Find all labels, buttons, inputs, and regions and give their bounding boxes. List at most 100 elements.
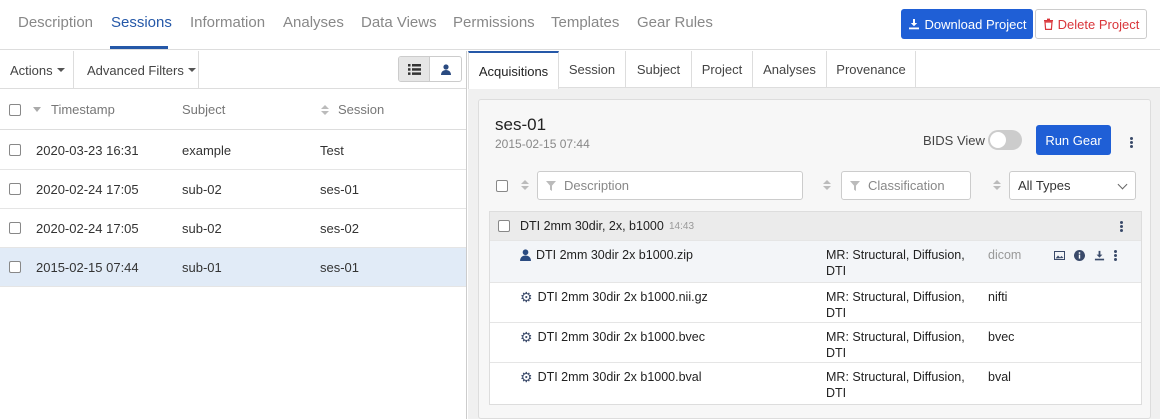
sort-icon[interactable] — [521, 180, 529, 190]
tab-sessions[interactable]: Sessions — [111, 14, 172, 32]
acquisition-more-icon[interactable] — [1120, 221, 1123, 232]
list-view-button[interactable] — [399, 57, 431, 81]
more-options-icon[interactable] — [1130, 137, 1133, 148]
column-timestamp[interactable]: Timestamp — [51, 90, 115, 129]
divider — [73, 51, 74, 89]
acquisition-label: DTI 2mm 30dir, 2x, b1000 — [520, 219, 664, 233]
file-classification-cont: DTI — [826, 306, 847, 320]
chevron-down-icon — [1117, 179, 1128, 190]
download-project-button[interactable]: Download Project — [901, 9, 1033, 39]
file-type: bvec — [988, 330, 1015, 344]
file-classification-cont: DTI — [826, 386, 847, 400]
file-name[interactable]: DTI 2mm 30dir 2x b1000.bval — [538, 369, 702, 385]
description-filter[interactable]: Description — [537, 171, 803, 200]
sessions-toolbar: Actions Advanced Filters — [0, 51, 466, 89]
run-gear-button[interactable]: Run Gear — [1036, 125, 1111, 155]
row-subject: example — [182, 142, 232, 158]
file-classification: MR: Structural, Diffusion, — [826, 248, 965, 262]
tab-session[interactable]: Session — [559, 51, 626, 88]
row-subject: sub-02 — [182, 220, 222, 236]
user-icon — [440, 63, 451, 75]
select-all-checkbox[interactable] — [9, 103, 21, 116]
sessions-list-pane: Actions Advanced Filters Timestamp Subje… — [0, 51, 467, 419]
column-session[interactable]: Session — [338, 90, 384, 129]
file-name[interactable]: DTI 2mm 30dir 2x b1000.nii.gz — [538, 289, 708, 305]
row-session: ses-01 — [320, 181, 360, 197]
subject-view-button[interactable] — [430, 57, 461, 81]
row-session: ses-01 — [320, 259, 360, 275]
file-actions — [1054, 250, 1117, 261]
session-row[interactable]: 2020-02-24 17:05 sub-02 ses-01 — [0, 170, 466, 209]
gear-icon: ⚙ — [520, 329, 533, 345]
gear-icon: ⚙ — [520, 289, 533, 305]
file-classification-cont: DTI — [826, 264, 847, 278]
row-timestamp: 2020-02-24 17:05 — [36, 220, 139, 236]
file-classification: MR: Structural, Diffusion, — [826, 290, 965, 304]
download-icon[interactable] — [1094, 250, 1105, 261]
filter-icon — [546, 180, 556, 191]
session-title: ses-01 — [495, 115, 547, 134]
column-subject[interactable]: Subject — [182, 90, 225, 129]
tab-gear-rules[interactable]: Gear Rules — [637, 14, 713, 32]
session-date: 2015-02-15 07:44 — [495, 137, 590, 151]
tab-templates[interactable]: Templates — [551, 14, 619, 32]
acquisition-checkbox[interactable] — [498, 220, 510, 232]
image-icon[interactable] — [1054, 251, 1065, 260]
sort-icon[interactable] — [993, 180, 1001, 190]
tab-analyses[interactable]: Analyses — [283, 14, 344, 32]
file-type: dicom — [988, 248, 1022, 262]
bids-view-toggle[interactable] — [988, 130, 1022, 150]
advanced-filters-label: Advanced Filters — [87, 62, 184, 78]
tab-provenance[interactable]: Provenance — [827, 51, 916, 88]
delete-project-button[interactable]: Delete Project — [1035, 9, 1147, 39]
actions-label: Actions — [10, 62, 53, 78]
file-row[interactable]: ⚙ DTI 2mm 30dir 2x b1000.bval MR: Struct… — [490, 362, 1141, 404]
acquisition-header[interactable]: DTI 2mm 30dir, 2x, b1000 14:43 — [490, 212, 1141, 240]
file-classification: MR: Structural, Diffusion, — [826, 330, 965, 344]
session-row-selected[interactable]: 2015-02-15 07:44 sub-01 ses-01 — [0, 248, 466, 287]
row-subject: sub-01 — [182, 259, 222, 275]
classification-placeholder: Classification — [868, 178, 945, 193]
tab-project[interactable]: Project — [692, 51, 753, 88]
row-session: Test — [320, 142, 344, 158]
actions-dropdown[interactable]: Actions — [10, 51, 65, 89]
info-icon[interactable] — [1074, 250, 1085, 261]
project-nav: Description Sessions Information Analyse… — [0, 0, 1160, 50]
row-timestamp: 2020-02-24 17:05 — [36, 181, 139, 197]
tab-description[interactable]: Description — [18, 14, 93, 32]
row-checkbox[interactable] — [9, 222, 21, 234]
file-row[interactable]: ⚙ DTI 2mm 30dir 2x b1000.nii.gz MR: Stru… — [490, 282, 1141, 322]
file-more-icon[interactable] — [1114, 250, 1117, 261]
row-timestamp: 2020-03-23 16:31 — [36, 142, 139, 158]
advanced-filters-dropdown[interactable]: Advanced Filters — [87, 51, 196, 89]
session-row[interactable]: 2020-03-23 16:31 example Test — [0, 131, 466, 170]
session-row[interactable]: 2020-02-24 17:05 sub-02 ses-02 — [0, 209, 466, 248]
tab-data-views[interactable]: Data Views — [361, 14, 437, 32]
row-checkbox[interactable] — [9, 261, 21, 273]
file-type: bval — [988, 370, 1011, 384]
row-checkbox[interactable] — [9, 144, 21, 156]
view-toggle — [398, 56, 462, 82]
select-all-files-checkbox[interactable] — [496, 180, 508, 192]
classification-filter[interactable]: Classification — [841, 171, 971, 200]
file-type: nifti — [988, 290, 1008, 304]
caret-down-icon — [56, 68, 65, 72]
file-name[interactable]: DTI 2mm 30dir 2x b1000.zip — [536, 247, 693, 263]
tab-information[interactable]: Information — [190, 14, 265, 32]
gear-icon: ⚙ — [520, 369, 533, 385]
tab-permissions[interactable]: Permissions — [453, 14, 535, 32]
row-checkbox[interactable] — [9, 183, 21, 195]
sort-icon[interactable] — [321, 104, 329, 115]
sort-desc-icon[interactable] — [33, 107, 41, 112]
file-name[interactable]: DTI 2mm 30dir 2x b1000.bvec — [538, 329, 705, 345]
acquisitions-panel: ses-01 2015-02-15 07:44 BIDS View Run Ge… — [478, 99, 1151, 419]
file-row[interactable]: ⚙ DTI 2mm 30dir 2x b1000.bvec MR: Struct… — [490, 322, 1141, 362]
tab-subject[interactable]: Subject — [626, 51, 692, 88]
tab-acquisitions[interactable]: Acquisitions — [468, 51, 559, 89]
sort-icon[interactable] — [823, 180, 831, 190]
type-select[interactable]: All Types — [1009, 171, 1136, 200]
sessions-table-header: Timestamp Subject Session — [0, 90, 466, 130]
file-row[interactable]: DTI 2mm 30dir 2x b1000.zip MR: Structura… — [490, 240, 1141, 282]
tab-analyses-detail[interactable]: Analyses — [753, 51, 827, 88]
divider — [198, 51, 199, 89]
